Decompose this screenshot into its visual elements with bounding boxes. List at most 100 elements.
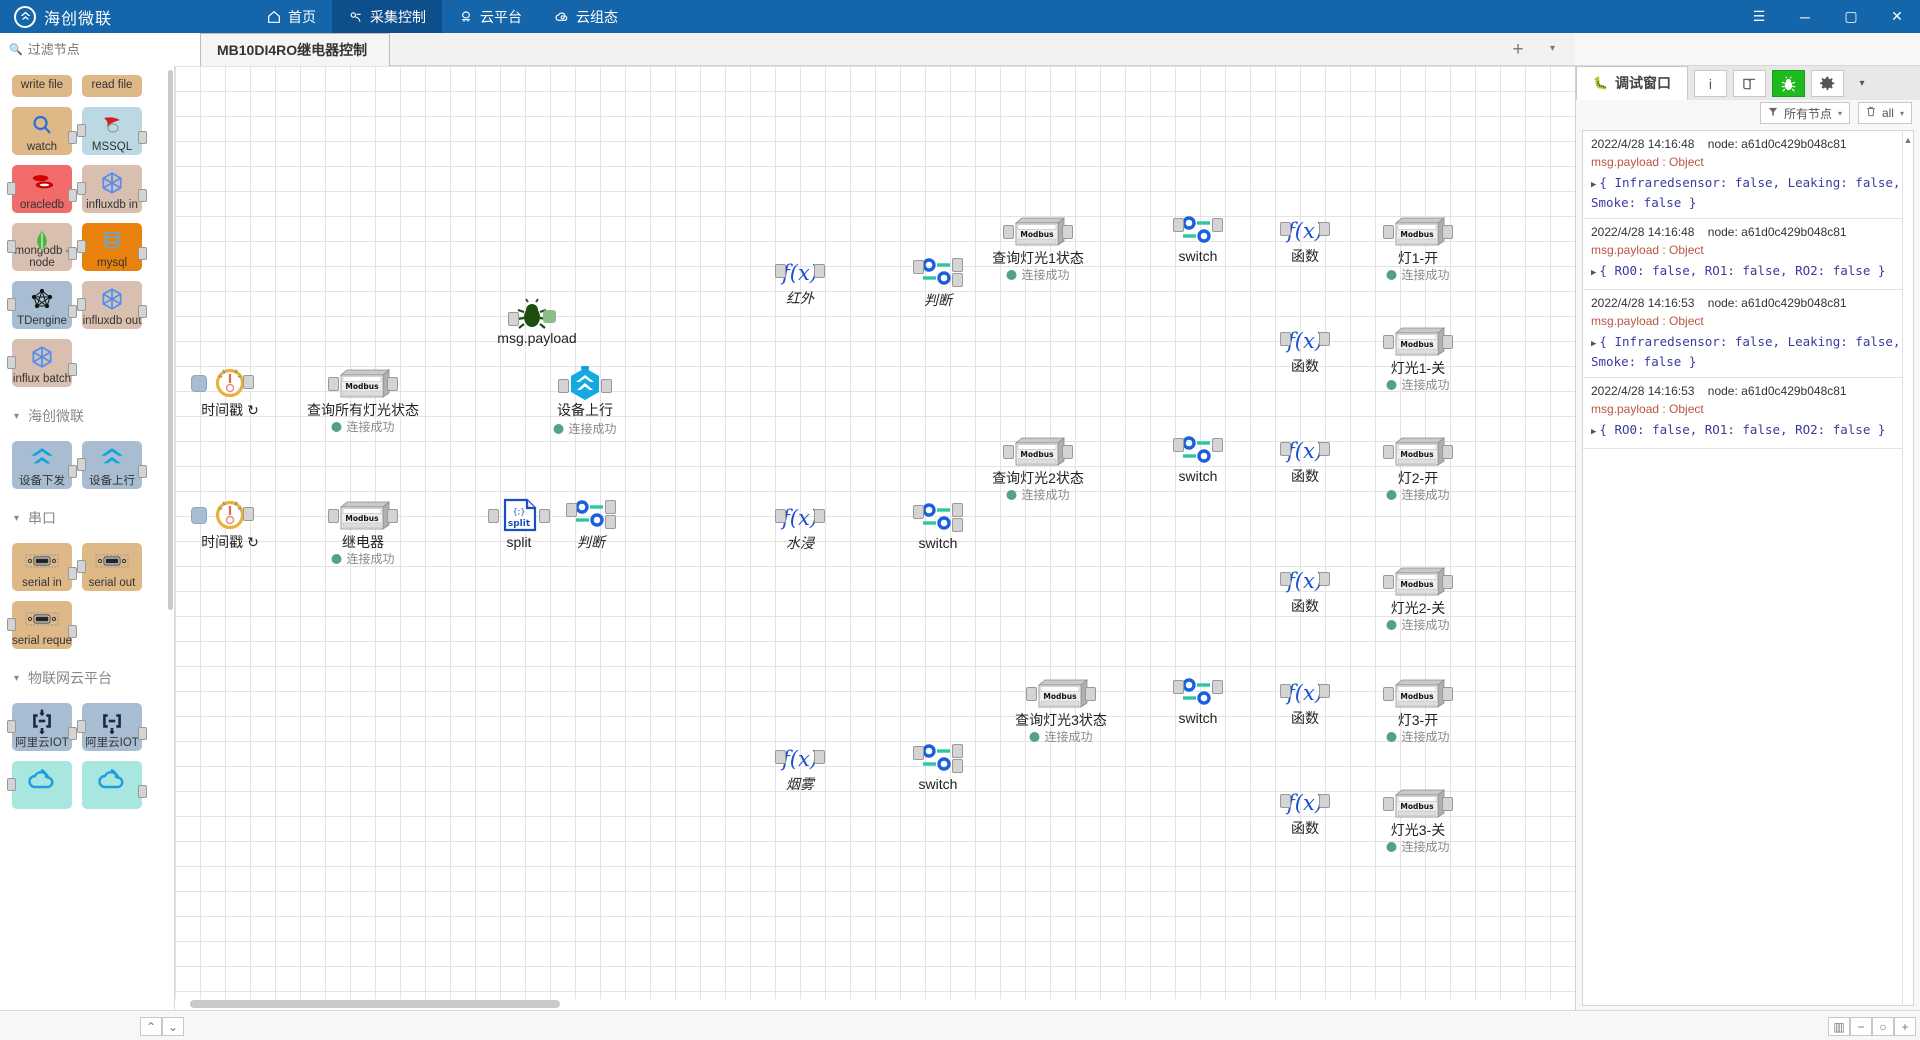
debug-message-body[interactable]: ▶{ RO0: false, RO1: false, RO2: false } — [1591, 421, 1905, 441]
flow-node-function-light2-on[interactable]: f(x) 函数 — [1280, 434, 1330, 484]
output-port[interactable] — [1442, 445, 1453, 459]
output-port[interactable] — [1442, 687, 1453, 701]
search-input[interactable] — [27, 42, 178, 57]
palette-collapse-up-button[interactable]: ⌃ — [140, 1017, 162, 1036]
flow-node-judge-2[interactable]: 判断 — [566, 498, 616, 550]
flow-node-modbus-query-light1[interactable]: Modbus 查询灯光1状态 连接成功 — [992, 214, 1084, 282]
flow-node-inject-2[interactable]: 时间戳 ↻ — [191, 498, 259, 550]
flow-node-modbus-query-light2[interactable]: Modbus 查询灯光2状态 连接成功 — [992, 434, 1084, 502]
input-port[interactable] — [1383, 225, 1394, 239]
output-port[interactable] — [1085, 687, 1096, 701]
gear-icon[interactable] — [1810, 70, 1844, 97]
palette-node-device-down[interactable]: 设备下发 — [12, 441, 77, 489]
flow-node-function-light1-off[interactable]: f(x) 函数 — [1280, 324, 1330, 374]
flow-node-switch-light1[interactable]: switch — [1173, 214, 1223, 264]
tab-debug-window[interactable]: 🐛 调试窗口 — [1576, 66, 1688, 100]
palette-category-iot-cloud[interactable]: ▾ 物联网云平台 — [0, 654, 172, 698]
debug-message[interactable]: 2022/4/28 14:16:48 node: a61d0c429b048c8… — [1583, 131, 1913, 219]
scroll-up-icon[interactable]: ▲ — [1903, 135, 1913, 145]
output-port-2[interactable] — [605, 515, 616, 529]
flow-node-function-infrared[interactable]: f(x) 红外 — [775, 256, 825, 306]
palette-node-serial-out[interactable]: serial out — [77, 543, 142, 591]
flow-node-function-light1-on[interactable]: f(x) 函数 — [1280, 214, 1330, 264]
palette-collapse-down-button[interactable]: ⌄ — [162, 1017, 184, 1036]
output-port[interactable] — [1319, 442, 1330, 456]
output-port-2[interactable] — [952, 518, 963, 532]
output-port[interactable] — [243, 375, 254, 389]
output-port[interactable] — [1212, 218, 1223, 232]
input-port[interactable] — [566, 503, 577, 517]
palette-node-mssql[interactable]: MSSQL — [77, 107, 147, 155]
output-port-1[interactable] — [952, 744, 963, 758]
flow-node-switch-smoke[interactable]: switch — [913, 742, 963, 792]
input-port[interactable] — [913, 260, 924, 274]
canvas-horizontal-scrollbar[interactable] — [190, 1000, 560, 1008]
output-port[interactable] — [1062, 225, 1073, 239]
debug-message[interactable]: 2022/4/28 14:16:53 node: a61d0c429b048c8… — [1583, 378, 1913, 449]
debug-message-body[interactable]: ▶{ Infraredsensor: false, Leaking: false… — [1591, 333, 1905, 370]
node-palette[interactable]: write file read file watch MSSQL oracled… — [0, 66, 175, 1010]
palette-node-read-file[interactable]: read file — [82, 75, 142, 97]
window-maximize-button[interactable]: ▢ — [1828, 0, 1874, 33]
node-body[interactable]: {;} split — [488, 498, 550, 537]
zoom-reset-button[interactable]: ○ — [1872, 1017, 1894, 1036]
output-port[interactable] — [814, 264, 825, 278]
node-body[interactable] — [1173, 214, 1223, 251]
flow-node-modbus-relay[interactable]: Modbus 继电器 连接成功 — [328, 498, 398, 566]
input-port[interactable] — [1280, 222, 1291, 236]
flow-node-function-light2-off[interactable]: f(x) 函数 — [1280, 564, 1330, 614]
node-body[interactable] — [566, 498, 616, 535]
flow-node-switch-light2[interactable]: switch — [1173, 434, 1223, 484]
input-port[interactable] — [1003, 445, 1014, 459]
flow-node-modbus-query-light3[interactable]: Modbus 查询灯光3状态 连接成功 — [1015, 676, 1107, 744]
input-port[interactable] — [1280, 332, 1291, 346]
output-port-1[interactable] — [952, 503, 963, 517]
flow-node-modbus-light3-on[interactable]: Modbus 灯3-开 连接成功 — [1383, 676, 1453, 744]
input-port[interactable] — [328, 377, 339, 391]
input-port[interactable] — [1280, 572, 1291, 586]
expand-arrow-icon[interactable]: ▶ — [1591, 339, 1596, 349]
palette-node-aliyun-iot-2[interactable]: 阿里云IOT — [77, 703, 147, 751]
node-body[interactable] — [1173, 676, 1223, 713]
output-port-1[interactable] — [952, 258, 963, 272]
input-port[interactable] — [328, 509, 339, 523]
palette-node-watch[interactable]: watch — [12, 107, 77, 155]
node-body[interactable] — [913, 256, 963, 293]
window-minimize-button[interactable]: ─ — [1782, 0, 1828, 33]
output-port-2[interactable] — [952, 273, 963, 287]
output-port[interactable] — [539, 509, 550, 523]
palette-node-mysql[interactable]: mysql — [77, 223, 147, 271]
debug-message-body[interactable]: ▶{ RO0: false, RO1: false, RO2: false } — [1591, 262, 1905, 282]
node-body[interactable] — [191, 498, 254, 535]
palette-node-serial-in[interactable]: serial in — [12, 543, 77, 591]
flow-node-debug[interactable]: msg.payload — [497, 298, 577, 346]
window-close-button[interactable]: ✕ — [1874, 0, 1920, 33]
inject-trigger-button[interactable] — [191, 507, 207, 524]
inject-trigger-button[interactable] — [191, 375, 207, 392]
expand-arrow-icon[interactable]: ▶ — [1591, 427, 1596, 437]
info-icon[interactable]: i — [1693, 70, 1727, 97]
output-port[interactable] — [1319, 332, 1330, 346]
input-port[interactable] — [913, 746, 924, 760]
node-body[interactable] — [1173, 434, 1223, 471]
output-port[interactable] — [1442, 335, 1453, 349]
flow-node-modbus-light2-on[interactable]: Modbus 灯2-开 连接成功 — [1383, 434, 1453, 502]
book-icon[interactable] — [1732, 70, 1766, 97]
output-port[interactable] — [814, 509, 825, 523]
palette-node-serial-request[interactable]: serial reque — [7, 601, 77, 649]
input-port[interactable] — [508, 312, 519, 326]
flow-canvas[interactable]: 时间戳 ↻ 时间戳 ↻ Modbus 查询所有灯光状态 连接成功 Modbus … — [175, 66, 1575, 1010]
input-port[interactable] — [1383, 445, 1394, 459]
input-port[interactable] — [1383, 335, 1394, 349]
node-body[interactable] — [191, 366, 254, 403]
input-port[interactable] — [1173, 218, 1184, 232]
output-port[interactable] — [1319, 684, 1330, 698]
debug-message-body[interactable]: ▶{ Infraredsensor: false, Leaking: false… — [1591, 174, 1905, 211]
chevron-down-icon[interactable]: ▾ — [1850, 70, 1874, 97]
debug-message[interactable]: 2022/4/28 14:16:48 node: a61d0c429b048c8… — [1583, 219, 1913, 290]
flow-node-switch-light3[interactable]: switch — [1173, 676, 1223, 726]
nav-item-cloud-config[interactable]: 云组态 — [538, 0, 634, 33]
output-port[interactable] — [387, 377, 398, 391]
debug-node-filter-select[interactable]: 所有节点 ▾ — [1759, 102, 1850, 124]
palette-category-serial[interactable]: ▾ 串口 — [0, 494, 172, 538]
